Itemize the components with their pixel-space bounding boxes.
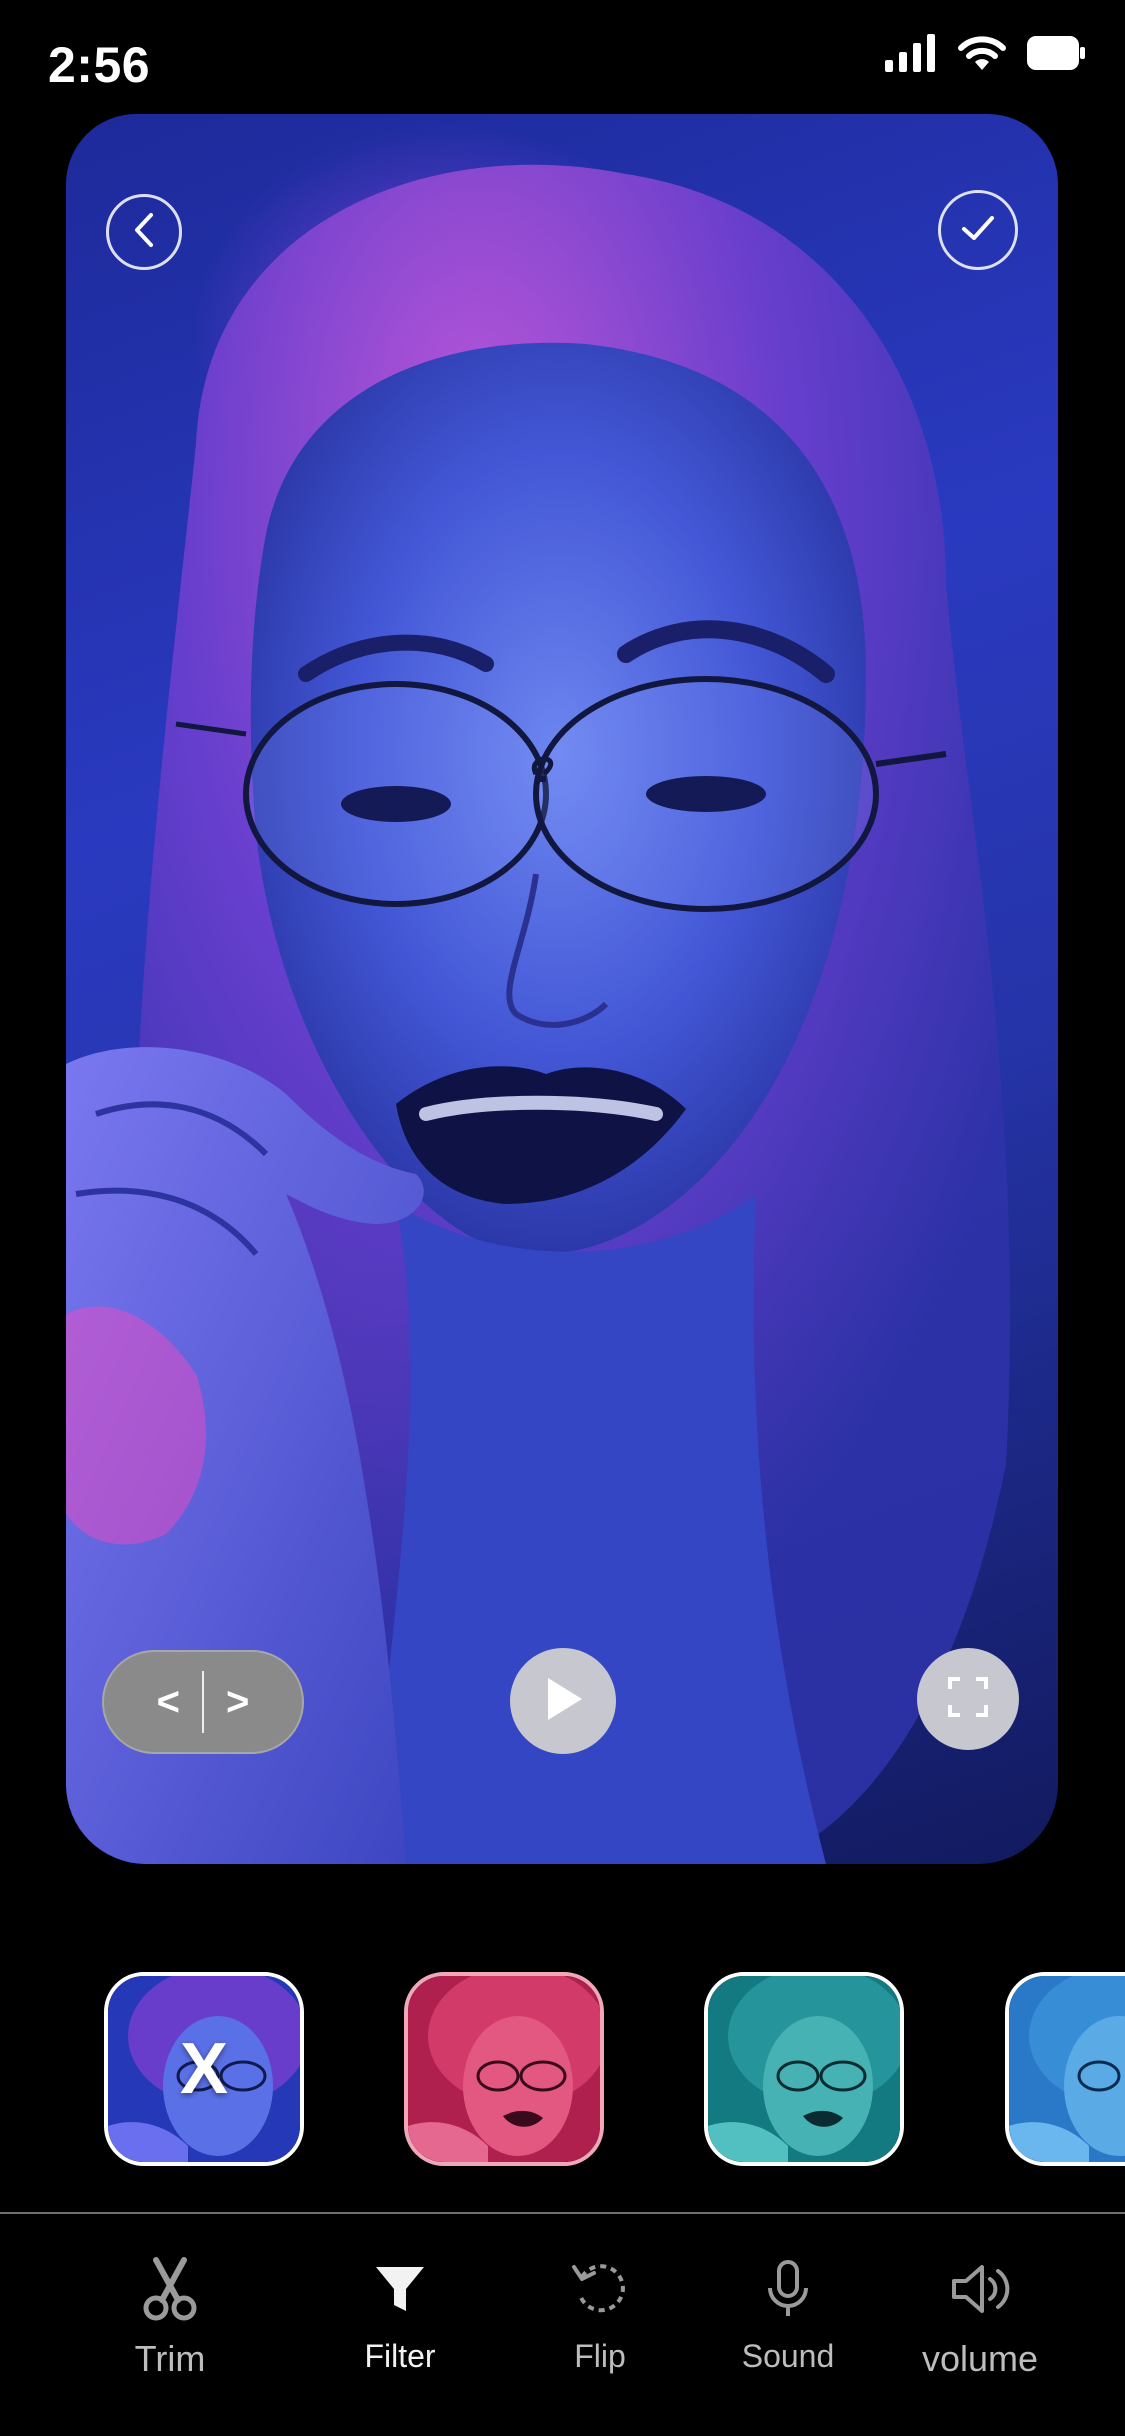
rotate-icon — [560, 2254, 640, 2324]
play-button[interactable] — [510, 1648, 616, 1754]
tool-label: Flip — [574, 2338, 626, 2374]
signal-icon — [885, 34, 937, 77]
status-icons — [885, 34, 1085, 77]
compare-separator — [202, 1671, 204, 1733]
portrait-image — [66, 164, 1011, 1864]
tool-trim[interactable]: Trim — [80, 2254, 260, 2380]
filter-thumbnail — [708, 1976, 900, 2162]
compare-right-label: > — [226, 1679, 250, 1724]
compare-left-label: < — [156, 1679, 180, 1724]
fullscreen-icon — [946, 1675, 990, 1724]
microphone-icon — [748, 2254, 828, 2324]
tool-label: Trim — [134, 2338, 206, 2379]
play-icon — [540, 1674, 586, 1729]
filter-strip[interactable]: X — [0, 1968, 1125, 2168]
status-bar: 2:56 — [0, 0, 1125, 120]
battery-icon — [1027, 36, 1085, 75]
filter-thumbnail — [408, 1976, 600, 2162]
tool-flip[interactable]: Flip — [510, 2254, 690, 2375]
compare-toggle[interactable]: < > — [102, 1650, 304, 1754]
tool-label: volume — [921, 2338, 1039, 2379]
filter-pink[interactable] — [404, 1972, 604, 2166]
status-time: 2:56 — [48, 37, 151, 93]
wifi-icon — [957, 34, 1007, 77]
tool-label: Filter — [364, 2338, 436, 2374]
no-filter-label: X — [179, 2029, 229, 2109]
tool-sound[interactable]: Sound — [698, 2254, 878, 2375]
checkmark-icon — [958, 211, 998, 250]
filter-thumbnail — [1009, 1976, 1125, 2162]
filter-none[interactable]: X — [104, 1972, 304, 2166]
tool-label: Sound — [741, 2338, 835, 2374]
video-preview: < > — [66, 114, 1058, 1864]
chevron-left-icon — [129, 210, 159, 255]
speaker-icon — [940, 2254, 1020, 2324]
back-button[interactable] — [106, 194, 182, 270]
filter-teal[interactable] — [704, 1972, 904, 2166]
confirm-button[interactable] — [938, 190, 1018, 270]
scissors-icon — [130, 2254, 210, 2324]
filter-icon — [360, 2254, 440, 2324]
fullscreen-button[interactable] — [917, 1648, 1019, 1750]
tool-filter[interactable]: Filter — [310, 2254, 490, 2375]
bottom-toolbar: Trim Filter Flip Sound volume — [0, 2214, 1125, 2436]
tool-volume[interactable]: volume — [890, 2254, 1070, 2380]
filter-cyan[interactable] — [1005, 1972, 1125, 2166]
